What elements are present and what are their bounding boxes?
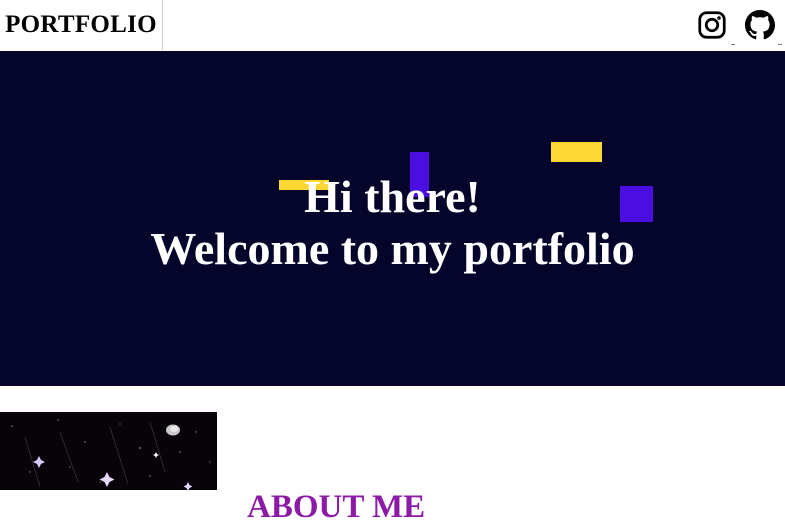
top-navbar: PORTFOLIO (0, 0, 785, 50)
hero-line-2: Welcome to my portfolio (150, 223, 635, 274)
hero-line-1: Hi there! (304, 171, 481, 222)
hero-greeting: Hi there! Welcome to my portfolio (0, 171, 785, 275)
instagram-link[interactable] (697, 10, 729, 42)
decor-shape-yellow (551, 142, 602, 162)
about-title: ABOUT ME (247, 489, 426, 526)
github-link[interactable] (745, 10, 777, 42)
hero-section: Hi there! Welcome to my portfolio (0, 51, 785, 386)
space-illustration (0, 412, 217, 490)
link-underline (778, 44, 782, 45)
link-underline (731, 44, 735, 45)
about-image (0, 412, 217, 490)
github-icon (745, 10, 775, 40)
brand-logo[interactable]: PORTFOLIO (0, 0, 163, 50)
instagram-icon (698, 11, 726, 39)
